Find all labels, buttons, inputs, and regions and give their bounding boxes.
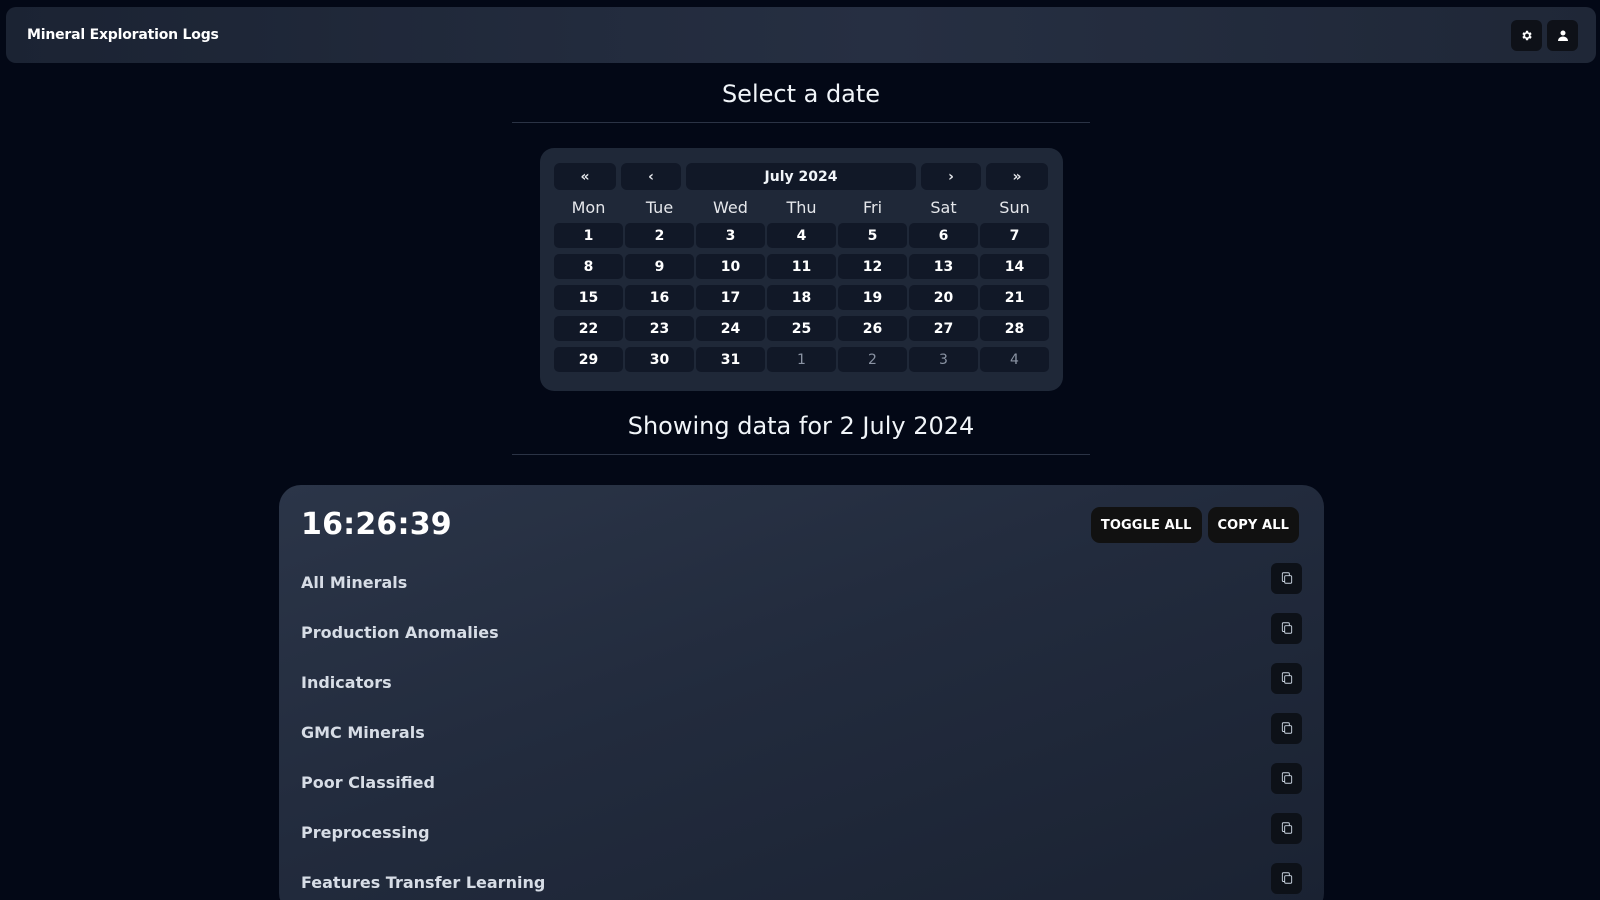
weekday-label: Sat — [930, 198, 957, 217]
log-row-label: Production Anomalies — [301, 622, 499, 642]
calendar-day[interactable]: 7 — [980, 223, 1049, 248]
divider — [512, 454, 1090, 455]
log-row[interactable]: All Minerals — [301, 557, 1302, 607]
calendar-day[interactable]: 18 — [767, 285, 836, 310]
calendar-day[interactable]: 29 — [554, 347, 623, 372]
calendar-day-outside-month[interactable]: 4 — [980, 347, 1049, 372]
weekday-row: Mon Tue Wed Thu Fri Sat Sun — [554, 198, 1049, 220]
calendar-day[interactable]: 8 — [554, 254, 623, 279]
log-row-label: Features Transfer Learning — [301, 872, 546, 892]
prev-month-button[interactable]: ‹ — [621, 163, 681, 190]
copy-icon — [1281, 872, 1292, 884]
copy-icon — [1281, 822, 1292, 834]
panel-actions: TOGGLE ALL COPY ALL — [1090, 507, 1299, 543]
calendar-day[interactable]: 2 — [625, 223, 694, 248]
log-row[interactable]: Indicators — [301, 657, 1302, 707]
calendar-day[interactable]: 15 — [554, 285, 623, 310]
calendar-day[interactable]: 17 — [696, 285, 765, 310]
calendar-day-outside-month[interactable]: 1 — [767, 347, 836, 372]
log-time: 16:26:39 — [301, 507, 452, 542]
copy-button[interactable] — [1271, 862, 1302, 894]
copy-icon — [1281, 772, 1292, 784]
calendar-day[interactable]: 9 — [625, 254, 694, 279]
copy-button[interactable] — [1271, 562, 1302, 594]
calendar-day[interactable]: 3 — [696, 223, 765, 248]
log-row-label: Preprocessing — [301, 822, 430, 842]
gear-icon — [1522, 30, 1532, 40]
calendar-day-outside-month[interactable]: 2 — [838, 347, 907, 372]
calendar-day[interactable]: 4 — [767, 223, 836, 248]
weekday-label: Fri — [862, 198, 883, 217]
weekday-label: Sun — [999, 198, 1030, 217]
prev-year-button[interactable]: « — [554, 163, 616, 190]
log-row-label: All Minerals — [301, 572, 408, 592]
user-icon — [1557, 30, 1568, 41]
day-grid: 1 2 3 4 5 6 7 8 9 10 11 12 13 14 15 16 17 18 19 20 21 22 23 24 2… — [554, 223, 1049, 372]
copy-all-button[interactable]: COPY ALL — [1207, 507, 1299, 543]
calendar-day[interactable]: 27 — [909, 316, 978, 341]
log-row[interactable]: Features Transfer Learning — [301, 857, 1302, 900]
calendar-day[interactable]: 13 — [909, 254, 978, 279]
calendar-day[interactable]: 11 — [767, 254, 836, 279]
toggle-all-button[interactable]: TOGGLE ALL — [1090, 507, 1202, 543]
user-button[interactable] — [1547, 19, 1578, 51]
copy-icon — [1281, 722, 1292, 734]
copy-button[interactable] — [1271, 712, 1302, 744]
calendar-day[interactable]: 23 — [625, 316, 694, 341]
data-heading: Showing data for 2 July 2024 — [627, 412, 975, 440]
weekday-label: Mon — [571, 198, 606, 217]
calendar-day[interactable]: 26 — [838, 316, 907, 341]
copy-button[interactable] — [1271, 812, 1302, 844]
calendar-day[interactable]: 19 — [838, 285, 907, 310]
calendar-day[interactable]: 16 — [625, 285, 694, 310]
calendar-day[interactable]: 28 — [980, 316, 1049, 341]
calendar-day[interactable]: 25 — [767, 316, 836, 341]
log-row[interactable]: GMC Minerals — [301, 707, 1302, 757]
log-rows: All Minerals Production Anomalies Indicato… — [301, 557, 1302, 900]
copy-icon — [1281, 672, 1292, 684]
calendar-heading: Select a date — [721, 80, 881, 108]
calendar-day[interactable]: 20 — [909, 285, 978, 310]
copy-icon — [1281, 572, 1292, 584]
copy-button[interactable] — [1271, 612, 1302, 644]
calendar-day[interactable]: 31 — [696, 347, 765, 372]
calendar-day[interactable]: 6 — [909, 223, 978, 248]
next-year-button[interactable]: » — [986, 163, 1048, 190]
calendar: « ‹ July 2024 › » Mon Tue Wed Thu Fri Sa… — [540, 148, 1063, 391]
log-row-label: GMC Minerals — [301, 722, 425, 742]
top-navbar: Mineral Exploration Logs — [6, 7, 1596, 63]
calendar-day[interactable]: 14 — [980, 254, 1049, 279]
weekday-label: Wed — [713, 198, 748, 217]
log-row-label: Indicators — [301, 672, 392, 692]
log-row[interactable]: Poor Classified — [301, 757, 1302, 807]
calendar-day[interactable]: 22 — [554, 316, 623, 341]
calendar-day[interactable]: 5 — [838, 223, 907, 248]
top-actions — [1511, 19, 1578, 51]
calendar-nav: « ‹ July 2024 › » — [554, 163, 1049, 190]
calendar-day[interactable]: 12 — [838, 254, 907, 279]
calendar-day[interactable]: 24 — [696, 316, 765, 341]
log-panel: 16:26:39 TOGGLE ALL COPY ALL All Mineral… — [279, 485, 1324, 900]
weekday-label: Tue — [645, 198, 674, 217]
weekday-label: Thu — [786, 198, 817, 217]
calendar-day[interactable]: 21 — [980, 285, 1049, 310]
next-month-button[interactable]: › — [921, 163, 981, 190]
divider — [512, 122, 1090, 123]
log-row[interactable]: Preprocessing — [301, 807, 1302, 857]
copy-button[interactable] — [1271, 662, 1302, 694]
copy-button[interactable] — [1271, 762, 1302, 794]
calendar-day[interactable]: 30 — [625, 347, 694, 372]
calendar-day-outside-month[interactable]: 3 — [909, 347, 978, 372]
settings-button[interactable] — [1511, 19, 1542, 51]
calendar-day[interactable]: 1 — [554, 223, 623, 248]
month-label[interactable]: July 2024 — [686, 163, 916, 190]
app-title: Mineral Exploration Logs — [27, 27, 219, 43]
log-row[interactable]: Production Anomalies — [301, 607, 1302, 657]
log-row-label: Poor Classified — [301, 772, 435, 792]
calendar-day[interactable]: 10 — [696, 254, 765, 279]
copy-icon — [1281, 622, 1292, 634]
